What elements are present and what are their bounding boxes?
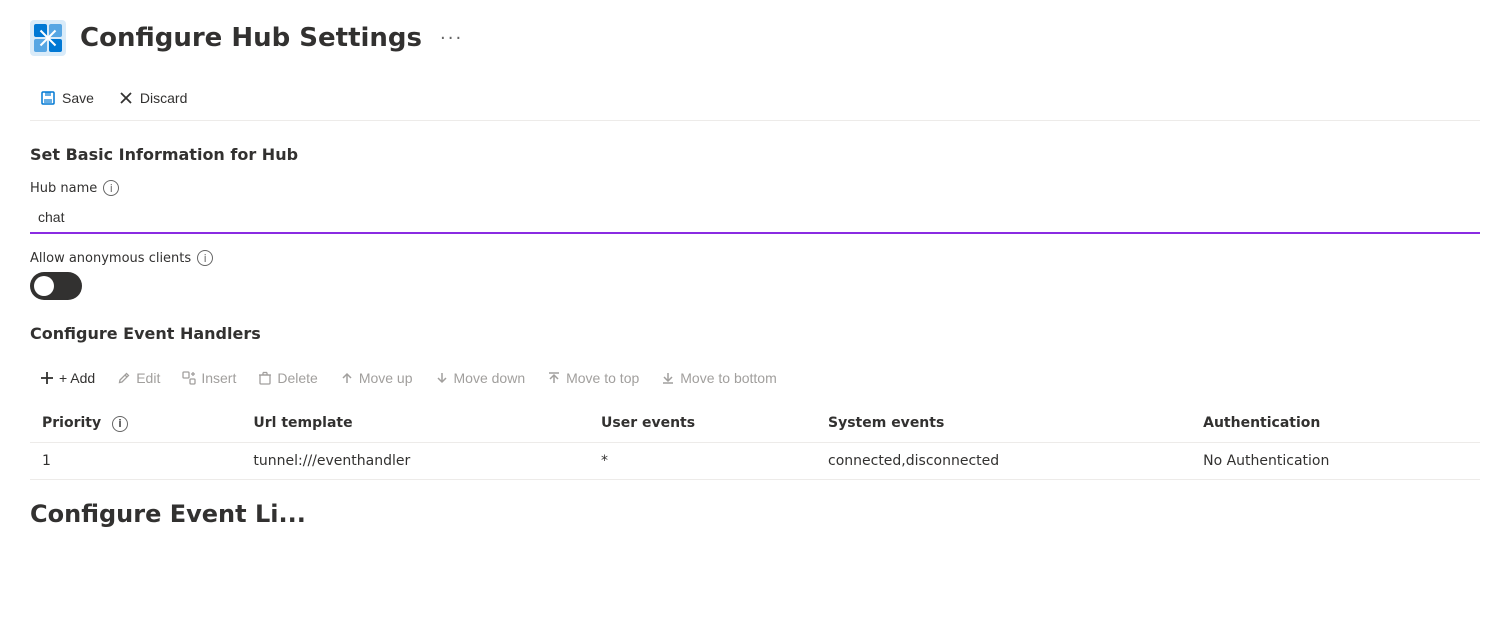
bottom-section: Configure Event Li... bbox=[30, 500, 1480, 528]
hub-name-label-row: Hub name i bbox=[30, 180, 1480, 196]
insert-button[interactable]: Insert bbox=[172, 365, 246, 391]
delete-button[interactable]: Delete bbox=[248, 365, 327, 391]
save-button[interactable]: Save bbox=[30, 84, 104, 112]
basic-info-section: Set Basic Information for Hub Hub name i… bbox=[30, 145, 1480, 300]
hub-name-input[interactable] bbox=[30, 202, 1480, 234]
cell-authentication: No Authentication bbox=[1191, 442, 1480, 479]
insert-icon bbox=[182, 371, 196, 385]
col-system-events: System events bbox=[816, 405, 1191, 442]
col-authentication: Authentication bbox=[1191, 405, 1480, 442]
event-handlers-section: Configure Event Handlers + Add Edit bbox=[30, 324, 1480, 480]
action-bar: + Add Edit Insert bbox=[30, 359, 1480, 397]
edit-icon bbox=[117, 371, 131, 385]
bottom-section-heading: Configure Event Li... bbox=[30, 500, 1480, 528]
cell-system-events: connected,disconnected bbox=[816, 442, 1191, 479]
app-icon bbox=[30, 20, 66, 56]
save-label: Save bbox=[62, 90, 94, 106]
cell-user-events: * bbox=[589, 442, 816, 479]
cell-priority: 1 bbox=[30, 442, 241, 479]
move-to-bottom-button[interactable]: Move to bottom bbox=[651, 365, 787, 391]
allow-anonymous-toggle[interactable] bbox=[30, 272, 82, 300]
move-to-top-icon bbox=[547, 371, 561, 385]
add-icon bbox=[40, 371, 54, 385]
toolbar: Save Discard bbox=[30, 76, 1480, 121]
move-up-icon bbox=[340, 371, 354, 385]
priority-info-icon[interactable]: i bbox=[112, 416, 128, 432]
move-down-button[interactable]: Move down bbox=[425, 365, 536, 391]
discard-icon bbox=[118, 90, 134, 106]
delete-label: Delete bbox=[277, 370, 317, 386]
move-up-label: Move up bbox=[359, 370, 413, 386]
delete-icon bbox=[258, 371, 272, 385]
table-body: 1 tunnel:///eventhandler * connected,dis… bbox=[30, 442, 1480, 479]
move-to-bottom-label: Move to bottom bbox=[680, 370, 777, 386]
toggle-knob bbox=[34, 276, 54, 296]
add-button[interactable]: + Add bbox=[30, 365, 105, 391]
insert-label: Insert bbox=[201, 370, 236, 386]
move-down-label: Move down bbox=[454, 370, 526, 386]
allow-anonymous-label-row: Allow anonymous clients i bbox=[30, 250, 1480, 266]
move-to-bottom-icon bbox=[661, 371, 675, 385]
basic-info-heading: Set Basic Information for Hub bbox=[30, 145, 1480, 164]
edit-label: Edit bbox=[136, 370, 160, 386]
save-icon bbox=[40, 90, 56, 106]
table-row[interactable]: 1 tunnel:///eventhandler * connected,dis… bbox=[30, 442, 1480, 479]
toggle-container bbox=[30, 272, 1480, 300]
hub-name-info-icon[interactable]: i bbox=[103, 180, 119, 196]
page-title: Configure Hub Settings bbox=[80, 23, 422, 53]
cell-url-template: tunnel:///eventhandler bbox=[241, 442, 589, 479]
event-handlers-table: Priority i Url template User events Syst… bbox=[30, 405, 1480, 480]
hub-name-label: Hub name bbox=[30, 181, 97, 196]
event-handlers-heading: Configure Event Handlers bbox=[30, 324, 1480, 343]
discard-button[interactable]: Discard bbox=[108, 84, 197, 112]
move-up-button[interactable]: Move up bbox=[330, 365, 423, 391]
move-to-top-label: Move to top bbox=[566, 370, 639, 386]
move-down-icon bbox=[435, 371, 449, 385]
page-header: Configure Hub Settings ··· bbox=[30, 20, 1480, 56]
allow-anonymous-info-icon[interactable]: i bbox=[197, 250, 213, 266]
col-url-template: Url template bbox=[241, 405, 589, 442]
col-user-events: User events bbox=[589, 405, 816, 442]
col-priority: Priority i bbox=[30, 405, 241, 442]
table-header: Priority i Url template User events Syst… bbox=[30, 405, 1480, 442]
edit-button[interactable]: Edit bbox=[107, 365, 170, 391]
allow-anonymous-label: Allow anonymous clients bbox=[30, 251, 191, 266]
more-options-button[interactable]: ··· bbox=[440, 28, 463, 49]
add-label: + Add bbox=[59, 370, 95, 386]
discard-label: Discard bbox=[140, 90, 187, 106]
move-to-top-button[interactable]: Move to top bbox=[537, 365, 649, 391]
